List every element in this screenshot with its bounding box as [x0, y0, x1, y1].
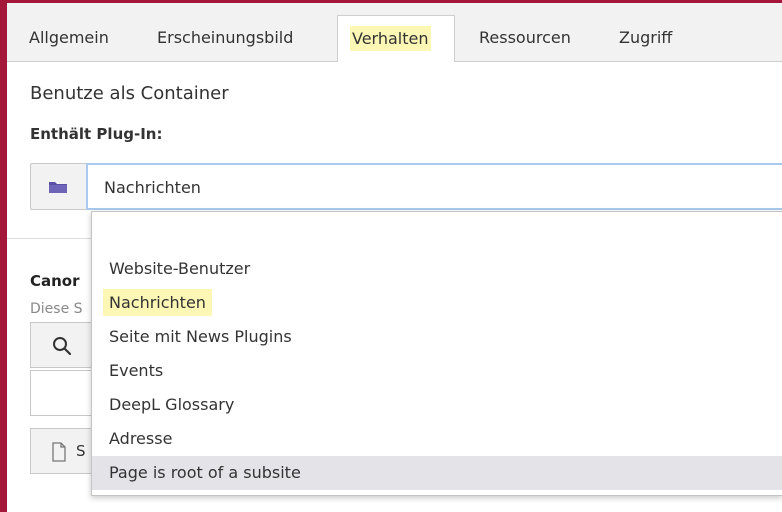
tab-ressourcen[interactable]: Ressourcen	[467, 15, 583, 62]
dropdown-option[interactable]: DeepL Glossary	[92, 388, 782, 422]
dropdown-option[interactable]: Adresse	[92, 422, 782, 456]
dropdown-option[interactable]: Seite mit News Plugins	[92, 320, 782, 354]
document-icon	[52, 442, 66, 462]
option-label: Adresse	[109, 429, 173, 448]
tab-verhalten[interactable]: Verhalten	[337, 15, 455, 62]
dropdown-option[interactable]: Nachrichten	[92, 286, 782, 320]
select-page-label: S	[76, 442, 86, 460]
option-label: Page is root of a subsite	[109, 463, 301, 482]
tab-label: Verhalten	[350, 26, 431, 51]
plugin-field-label: Enthält Plug-In:	[30, 125, 163, 143]
dropdown-option-hovered[interactable]: Page is root of a subsite	[92, 456, 782, 490]
option-label: DeepL Glossary	[109, 395, 235, 414]
dropdown-option[interactable]: Events	[92, 354, 782, 388]
option-label: Website-Benutzer	[109, 259, 251, 278]
tab-label: Allgemein	[29, 28, 109, 47]
plugin-select-value: Nachrichten	[104, 178, 201, 197]
tab-bar: Allgemein Erscheinungsbild Verhalten Res…	[7, 3, 782, 62]
search-icon	[53, 337, 72, 356]
tab-erscheinungsbild[interactable]: Erscheinungsbild	[145, 15, 305, 62]
dropdown-option[interactable]: Website-Benutzer	[92, 252, 782, 286]
plugin-select[interactable]: Nachrichten	[86, 163, 782, 210]
option-label: Nachrichten	[103, 289, 212, 316]
tab-zugriff[interactable]: Zugriff	[607, 15, 684, 62]
option-label: Seite mit News Plugins	[109, 327, 292, 346]
tab-label: Erscheinungsbild	[157, 28, 294, 47]
tab-label: Ressourcen	[479, 28, 571, 47]
folder-icon	[49, 182, 67, 193]
option-label: Events	[109, 361, 164, 380]
dropdown-option-empty[interactable]	[92, 218, 782, 252]
canonical-label: Canor	[30, 272, 80, 290]
canonical-description: Diese S	[30, 301, 83, 317]
tab-label: Zugriff	[619, 28, 673, 47]
folder-button[interactable]	[30, 163, 86, 210]
tab-allgemein[interactable]: Allgemein	[17, 15, 121, 62]
search-button[interactable]	[30, 322, 100, 368]
plugin-dropdown-list: Website-Benutzer Nachrichten Seite mit N…	[91, 211, 782, 496]
container-heading: Benutze als Container	[30, 83, 229, 104]
